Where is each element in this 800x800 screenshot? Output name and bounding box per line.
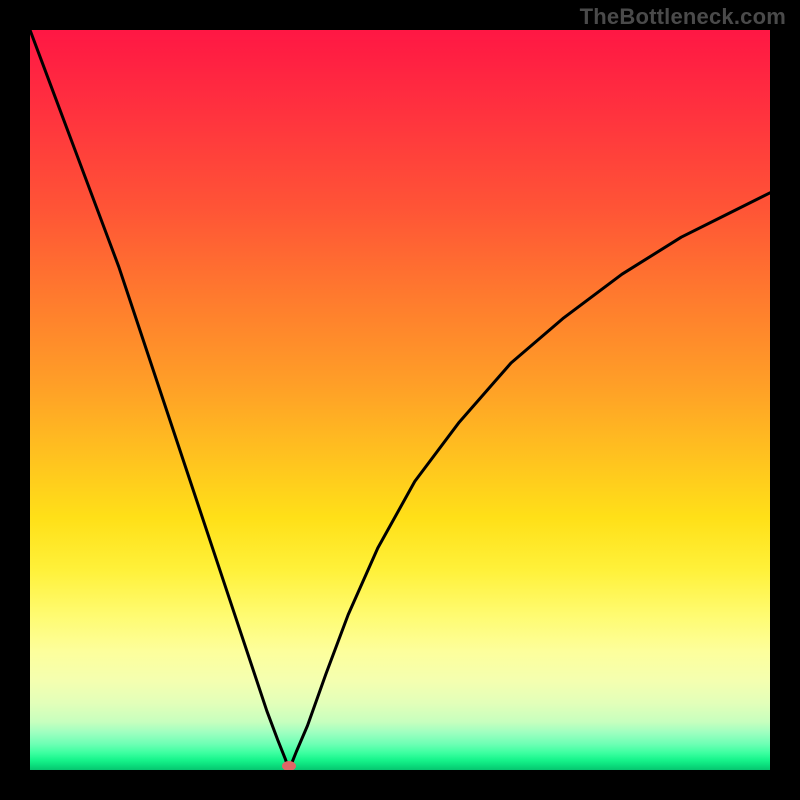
chart-frame: TheBottleneck.com [0,0,800,800]
optimal-marker [282,761,296,770]
watermark-text: TheBottleneck.com [580,4,786,30]
bottleneck-curve [30,30,770,770]
plot-area [30,30,770,770]
